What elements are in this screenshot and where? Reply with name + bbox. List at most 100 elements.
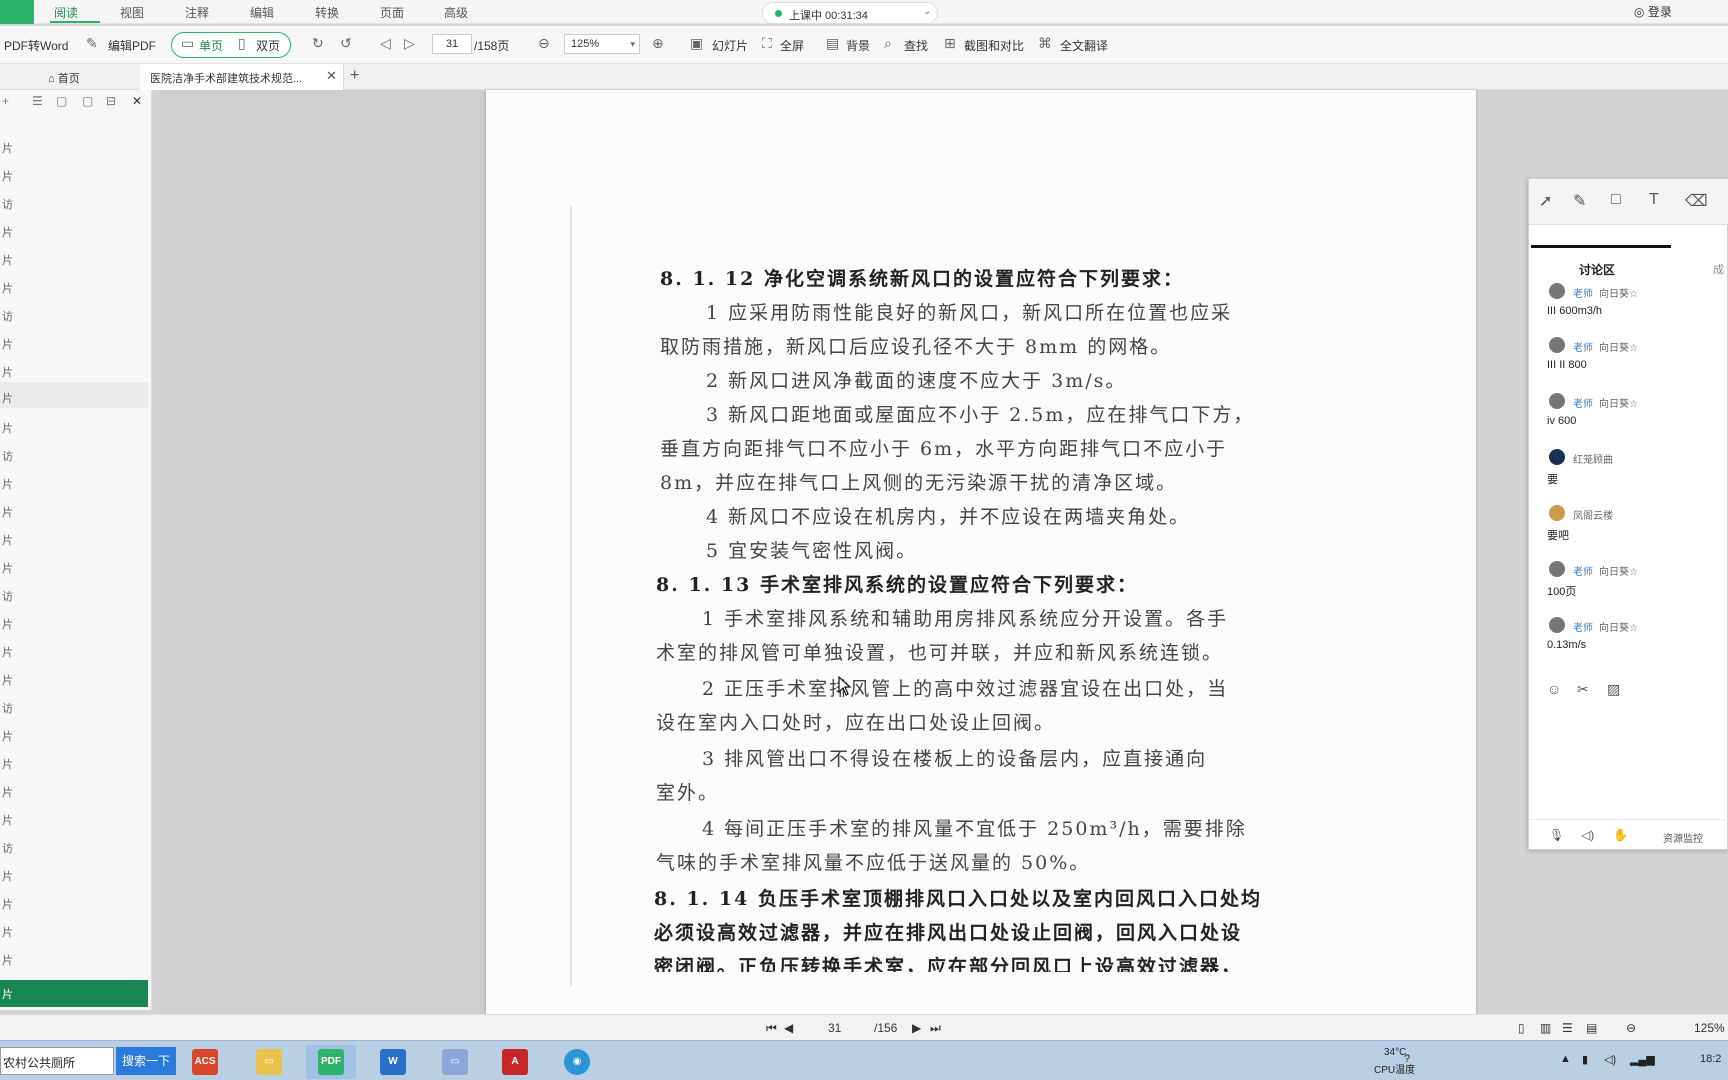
- pdf-to-word-button[interactable]: PDF转Word: [4, 37, 68, 54]
- zoom-out-icon[interactable]: ⊖: [1626, 1021, 1636, 1035]
- status-zoom[interactable]: 125%: [1694, 1021, 1725, 1035]
- sidebar-delete-icon[interactable]: ⊟: [106, 94, 116, 108]
- pointer-icon[interactable]: ➚: [1539, 191, 1552, 211]
- thumbnail-label[interactable]: 访: [2, 308, 13, 324]
- find-button[interactable]: 查找: [904, 37, 928, 54]
- undo-icon[interactable]: ↺: [340, 35, 352, 52]
- menu-view[interactable]: 视图: [120, 4, 144, 21]
- tray-volume-icon[interactable]: ◁): [1604, 1053, 1616, 1066]
- full-translate-button[interactable]: 全文翻译: [1060, 37, 1108, 54]
- slideshow-button[interactable]: 幻灯片: [712, 37, 748, 54]
- thumbnail-label[interactable]: 访: [2, 196, 13, 212]
- thumbnail-label[interactable]: 片: [2, 336, 13, 352]
- thumbnail-label[interactable]: 片: [2, 644, 13, 660]
- tray-network-icon[interactable]: ▂▄▆: [1630, 1053, 1655, 1066]
- tray-chevron-icon[interactable]: ▲: [1560, 1053, 1571, 1065]
- edit-pdf-button[interactable]: 编辑PDF: [108, 37, 156, 54]
- single-page-button[interactable]: 单页: [199, 37, 223, 54]
- login-button[interactable]: ◎ 登录: [1634, 3, 1672, 20]
- book-view-icon[interactable]: ▤: [1586, 1021, 1597, 1035]
- microphone-icon[interactable]: 🎙: [1549, 828, 1564, 842]
- double-view-icon[interactable]: ▥: [1540, 1021, 1551, 1035]
- live-status-pill[interactable]: 上课中 00:31:34 ⌄: [762, 2, 938, 24]
- thumbnail-label[interactable]: 片: [2, 812, 13, 828]
- hand-icon[interactable]: ✋: [1613, 828, 1628, 842]
- home-tab[interactable]: ⌂ 首页: [48, 70, 80, 86]
- menu-annotate[interactable]: 注释: [185, 4, 209, 21]
- thumbnail-label[interactable]: 片: [2, 280, 13, 296]
- thumbnail-label[interactable]: 片: [2, 560, 13, 576]
- selected-thumbnail[interactable]: [0, 382, 148, 408]
- prev-page-icon[interactable]: ◁: [380, 35, 391, 52]
- page-number-input[interactable]: 31: [432, 34, 472, 54]
- menu-advanced[interactable]: 高级: [444, 4, 468, 21]
- continuous-view-icon[interactable]: ☰: [1562, 1021, 1573, 1035]
- screenshot-compare-button[interactable]: 截图和对比: [964, 37, 1024, 54]
- menu-edit[interactable]: 编辑: [250, 4, 274, 21]
- thumbnail-label[interactable]: 片: [2, 420, 13, 436]
- background-button[interactable]: 背景: [846, 37, 870, 54]
- thumbnail-label[interactable]: 片: [2, 168, 13, 184]
- eraser-icon[interactable]: ⌫: [1685, 191, 1708, 211]
- image-icon[interactable]: ▨: [1607, 681, 1620, 698]
- thumbnail-label[interactable]: 片: [2, 252, 13, 268]
- thumbnail-label[interactable]: 片: [2, 952, 13, 968]
- taskbar-app-pdf[interactable]: PDF: [306, 1045, 356, 1079]
- zoom-in-icon[interactable]: ⊕: [652, 35, 664, 52]
- menu-convert[interactable]: 转换: [315, 4, 339, 21]
- next-page-icon[interactable]: ▷: [404, 35, 415, 52]
- tray-help-icon[interactable]: ?: [1404, 1053, 1410, 1065]
- thumbnail-label[interactable]: 片: [2, 616, 13, 632]
- sidebar-copy-icon[interactable]: ▢: [82, 94, 93, 108]
- taskbar-search-input[interactable]: 农村公共厕所: [0, 1047, 114, 1075]
- speaker-icon[interactable]: ◁): [1581, 828, 1594, 842]
- tab-members[interactable]: 成: [1713, 261, 1724, 277]
- new-tab-icon[interactable]: +: [350, 67, 359, 85]
- taskbar-app-autocad[interactable]: A: [490, 1045, 540, 1079]
- text-tool-icon[interactable]: T: [1649, 191, 1659, 209]
- rotate-icon[interactable]: ↻: [312, 35, 324, 52]
- last-page-icon[interactable]: ⏭: [930, 1021, 941, 1036]
- thumbnail-label[interactable]: 片: [2, 476, 13, 492]
- taskbar-app-acs[interactable]: ACS: [180, 1045, 230, 1079]
- emoji-icon[interactable]: ☺: [1547, 681, 1561, 697]
- pen-icon[interactable]: ✎: [1573, 191, 1586, 211]
- app-menu-button[interactable]: [0, 0, 34, 24]
- thumbnail-label[interactable]: 片: [2, 504, 13, 520]
- menu-page[interactable]: 页面: [380, 4, 404, 21]
- taskbar-app-window[interactable]: ▭: [430, 1045, 480, 1079]
- thumbnail-label[interactable]: 片: [2, 672, 13, 688]
- taskbar-search-button[interactable]: 搜索一下: [116, 1047, 176, 1075]
- thumbnail-label[interactable]: 片: [2, 896, 13, 912]
- sidebar-plus-icon[interactable]: +: [2, 94, 9, 108]
- zoom-out-icon[interactable]: ⊖: [538, 35, 550, 52]
- tray-battery-icon[interactable]: ▮: [1582, 1053, 1588, 1066]
- taskbar-app-explorer[interactable]: ▭: [244, 1045, 294, 1079]
- thumbnail-label[interactable]: 访: [2, 840, 13, 856]
- menu-read[interactable]: 阅读: [54, 4, 78, 21]
- thumbnail-label[interactable]: 片: [2, 868, 13, 884]
- thumbnail-label[interactable]: 访: [2, 588, 13, 604]
- thumbnail-label[interactable]: 片: [2, 756, 13, 772]
- next-page-icon[interactable]: ▶: [912, 1021, 921, 1035]
- prev-page-icon[interactable]: ◀: [784, 1021, 793, 1035]
- active-thumbnail[interactable]: 片: [0, 980, 148, 1007]
- zoom-select[interactable]: 125% ▾: [564, 34, 640, 54]
- double-page-button[interactable]: 双页: [256, 37, 280, 54]
- sidebar-list-icon[interactable]: ☰: [32, 94, 43, 108]
- sidebar-close-icon[interactable]: ✕: [132, 94, 142, 108]
- taskbar-app-wps[interactable]: W: [368, 1045, 418, 1079]
- document-tab[interactable]: 医院洁净手术部建筑技术规范... ✕: [140, 64, 344, 90]
- clock[interactable]: 18:2: [1700, 1053, 1721, 1065]
- thumbnail-label[interactable]: 片: [2, 140, 13, 156]
- scissors-icon[interactable]: ✂: [1577, 681, 1589, 698]
- fullscreen-button[interactable]: 全屏: [780, 37, 804, 54]
- sidebar-page-icon[interactable]: ▢: [56, 94, 67, 108]
- tab-discussion[interactable]: 讨论区: [1579, 261, 1615, 278]
- thumbnail-label[interactable]: 片: [2, 364, 13, 380]
- document-viewport[interactable]: 8. 1. 12 净化空调系统新风口的设置应符合下列要求： 1 应采用防雨性能良…: [160, 90, 1476, 1014]
- rectangle-icon[interactable]: □: [1611, 191, 1621, 209]
- thumbnail-label[interactable]: 片: [2, 784, 13, 800]
- status-page-number[interactable]: 31: [828, 1021, 841, 1035]
- thumbnail-label[interactable]: 访: [2, 448, 13, 464]
